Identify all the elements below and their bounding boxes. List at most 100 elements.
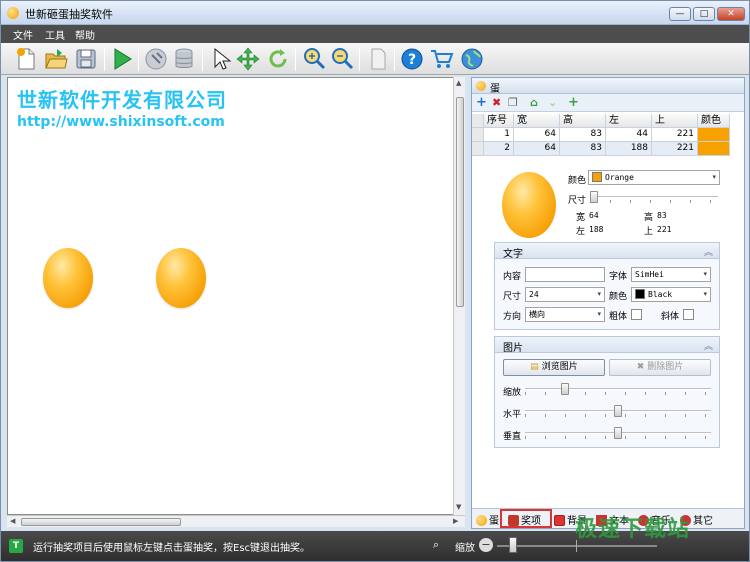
grid-header-color[interactable]: 颜色 — [698, 114, 730, 128]
size-slider[interactable] — [590, 191, 718, 203]
cell-color-swatch[interactable] — [698, 142, 730, 156]
add-icon[interactable]: + — [476, 96, 487, 109]
delete-icon[interactable]: ✖ — [492, 96, 501, 109]
scale-slider-knob[interactable] — [561, 383, 569, 395]
globe-icon[interactable] — [459, 46, 485, 72]
tab-music[interactable]: 音乐 — [638, 512, 671, 527]
save-icon[interactable] — [73, 46, 99, 72]
cell-height[interactable]: 83 — [560, 142, 606, 156]
text-size-select[interactable]: 24 ▾ — [525, 287, 605, 302]
cell-color-swatch[interactable] — [698, 128, 730, 142]
egg-1[interactable] — [43, 248, 93, 308]
scroll-right-icon[interactable]: ▶ — [453, 517, 458, 525]
content-input[interactable] — [525, 267, 605, 282]
cart-icon[interactable] — [429, 46, 455, 72]
move-up-icon[interactable]: ⌂ — [530, 96, 538, 109]
horizontal-slider-knob[interactable] — [614, 405, 622, 417]
cell-height[interactable]: 83 — [560, 128, 606, 142]
tab-other[interactable]: 其它 — [680, 512, 713, 527]
collapse-icon[interactable]: ︽ — [704, 245, 713, 258]
scale-slider[interactable] — [525, 383, 711, 395]
menu-bar: 文件 工具 帮助 — [1, 25, 749, 43]
tab-background[interactable]: 背景 — [554, 512, 587, 527]
color-select-value: Orange — [605, 173, 634, 182]
cell-width[interactable]: 64 — [514, 128, 560, 142]
grid-header-index[interactable]: 序号 — [484, 114, 514, 128]
move-down-icon[interactable]: ⌄ — [548, 96, 557, 109]
cell-left[interactable]: 188 — [606, 142, 652, 156]
top-label: 上 — [644, 227, 654, 237]
grid-header-top[interactable]: 上 — [652, 114, 698, 128]
close-button[interactable]: ✕ — [717, 7, 745, 21]
vertical-slider[interactable] — [525, 427, 711, 439]
zoom-slider-tick — [576, 540, 577, 552]
image-group-header[interactable]: 图片 ︽ — [495, 337, 719, 354]
open-folder-icon[interactable] — [43, 46, 69, 72]
zoom-out-icon[interactable] — [329, 46, 355, 72]
row-header[interactable] — [472, 142, 484, 156]
grid-header-height[interactable]: 高 — [560, 114, 606, 128]
maximize-button[interactable]: □ — [693, 7, 715, 21]
minimize-button[interactable]: — — [669, 7, 691, 21]
design-canvas[interactable]: 世新软件开发有限公司 http://www.shixinsoft.com — [7, 77, 465, 515]
cell-top[interactable]: 221 — [652, 142, 698, 156]
grid-header-width[interactable]: 宽 — [514, 114, 560, 128]
zoom-in-icon[interactable] — [301, 46, 327, 72]
image-group: 图片 ︽ ▤ 浏览图片 ✖ 删除图片 缩放 水平 垂直 — [494, 336, 720, 448]
cursor-icon[interactable] — [207, 46, 233, 72]
add-green-icon[interactable]: + — [568, 96, 579, 109]
direction-select[interactable]: 横向 ▾ — [525, 307, 605, 322]
bold-checkbox[interactable] — [631, 309, 642, 320]
cell-width[interactable]: 64 — [514, 142, 560, 156]
canvas-horizontal-scrollbar[interactable]: ◀ ▶ — [7, 515, 465, 527]
horizontal-scroll-thumb[interactable] — [21, 518, 181, 526]
chevron-down-icon: ▾ — [597, 290, 601, 298]
text-group-header[interactable]: 文字 ︽ — [495, 243, 719, 260]
font-select[interactable]: SimHei ▾ — [631, 267, 711, 282]
gear-icon — [680, 515, 691, 526]
scroll-left-icon[interactable]: ◀ — [10, 517, 15, 525]
vertical-scroll-thumb[interactable] — [456, 97, 464, 307]
collapse-icon[interactable]: ︽ — [704, 339, 713, 352]
cell-index[interactable]: 1 — [484, 128, 514, 142]
new-file-icon[interactable] — [13, 46, 39, 72]
tab-text[interactable]: 文本 — [596, 512, 629, 527]
cell-left[interactable]: 44 — [606, 128, 652, 142]
italic-checkbox[interactable] — [683, 309, 694, 320]
hammer-icon[interactable] — [143, 46, 169, 72]
menu-help[interactable]: 帮助 — [75, 27, 95, 42]
vertical-slider-knob[interactable] — [614, 427, 622, 439]
table-row[interactable]: 1 64 83 44 221 — [472, 128, 744, 142]
delete-image-button[interactable]: ✖ 删除图片 — [609, 359, 711, 376]
panel-tabs: 蛋 奖项 背景 文本 音乐 其它 — [472, 508, 744, 528]
color-select[interactable]: Orange ▾ — [588, 170, 720, 185]
menu-file[interactable]: 文件 — [13, 27, 33, 42]
database-icon[interactable] — [171, 46, 197, 72]
menu-tools[interactable]: 工具 — [45, 27, 65, 42]
egg-2[interactable] — [156, 248, 206, 308]
table-row[interactable]: 2 64 83 188 221 — [472, 142, 744, 156]
browse-image-button[interactable]: ▤ 浏览图片 — [503, 359, 605, 376]
cell-top[interactable]: 221 — [652, 128, 698, 142]
horizontal-slider[interactable] — [525, 405, 711, 417]
help-icon[interactable]: ? — [399, 46, 425, 72]
play-icon[interactable] — [109, 46, 135, 72]
text-color-select[interactable]: Black ▾ — [631, 287, 711, 302]
cell-index[interactable]: 2 — [484, 142, 514, 156]
rotate-icon[interactable] — [265, 46, 291, 72]
move-icon[interactable] — [235, 46, 261, 72]
page-icon[interactable] — [365, 46, 391, 72]
zoom-slider-track[interactable] — [497, 545, 657, 547]
zoom-out-button[interactable]: − — [479, 538, 493, 552]
italic-label: 斜体 — [661, 312, 680, 322]
scroll-up-icon[interactable]: ▲ — [456, 79, 461, 87]
copy-icon[interactable]: ❐ — [508, 96, 518, 109]
canvas-vertical-scrollbar[interactable]: ▲ ▼ — [453, 77, 465, 515]
zoom-slider-knob[interactable] — [509, 537, 517, 553]
scroll-down-icon[interactable]: ▼ — [456, 503, 461, 511]
row-header[interactable] — [472, 128, 484, 142]
left-value: 188 — [589, 225, 604, 234]
size-slider-knob[interactable] — [590, 191, 598, 203]
tab-egg[interactable]: 蛋 — [476, 512, 499, 527]
grid-header-left[interactable]: 左 — [606, 114, 652, 128]
